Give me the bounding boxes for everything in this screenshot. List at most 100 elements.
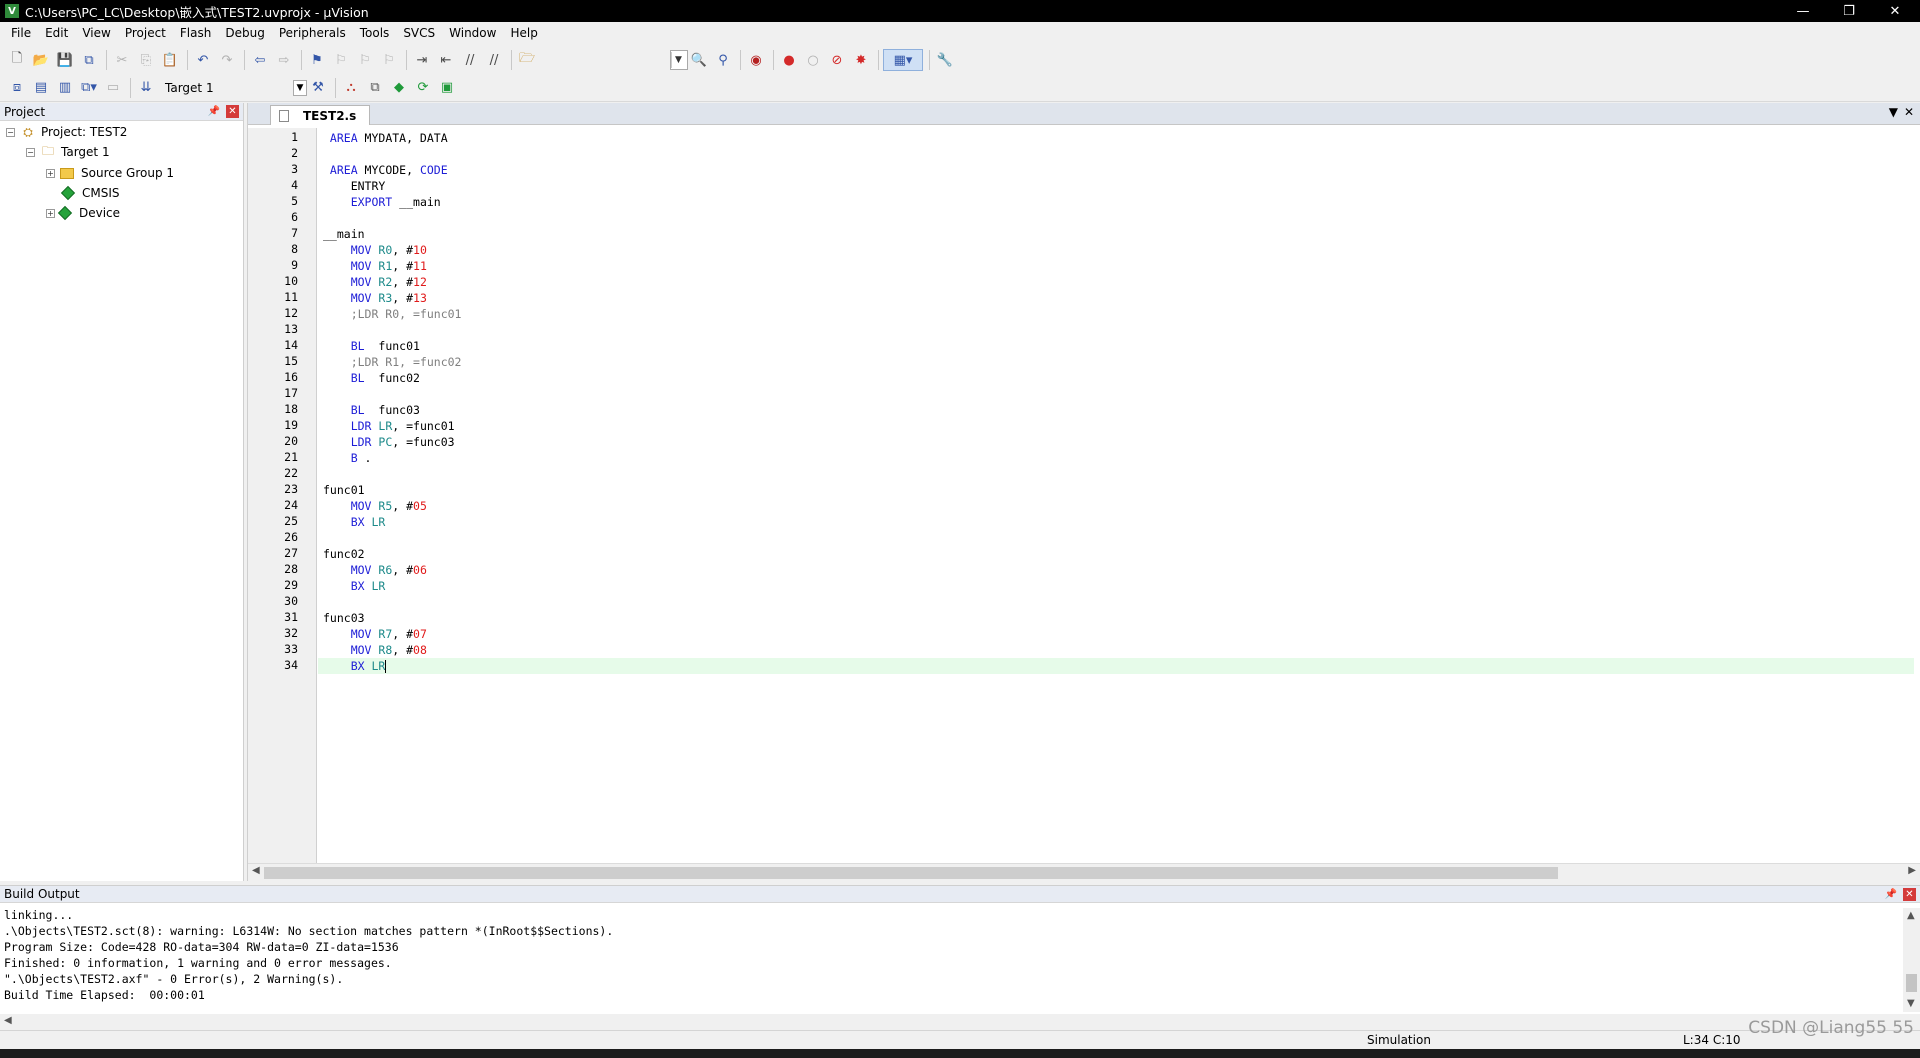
tree-source-group[interactable]: + Source Group 1	[46, 163, 174, 183]
close-icon[interactable]: ✕	[1903, 887, 1916, 901]
scrollbar-thumb[interactable]	[1906, 974, 1917, 992]
code-line[interactable]: BL func01	[323, 338, 420, 354]
target-select[interactable]: Target 1 ▼	[159, 77, 307, 99]
pin-icon[interactable]: 📌	[1885, 889, 1897, 900]
indent-icon[interactable]: ⇥	[411, 49, 433, 71]
select-software-packs-icon[interactable]: ⟳	[412, 77, 434, 99]
find-in-files-icon[interactable]: 🗁	[516, 49, 538, 71]
debug-session-icon[interactable]: ◉	[745, 49, 767, 71]
open-folder-icon[interactable]: 📂	[30, 49, 52, 71]
code-line[interactable]: MOV R8, #08	[323, 642, 427, 658]
build-icon[interactable]: ▤	[30, 77, 52, 99]
navigate-back-icon[interactable]: ⇦	[249, 49, 271, 71]
collapse-icon[interactable]: −	[26, 147, 35, 157]
code-line[interactable]: ;LDR R1, =func02	[323, 354, 462, 370]
scroll-down-icon[interactable]: ▼	[1907, 998, 1915, 1009]
redo-icon[interactable]: ↷	[216, 49, 238, 71]
stop-build-icon[interactable]: ▭	[102, 77, 124, 99]
menu-edit[interactable]: Edit	[38, 22, 75, 44]
translate-icon[interactable]: ⧈	[6, 77, 28, 99]
bookmark-toggle-icon[interactable]: ⚑	[306, 49, 328, 71]
save-icon[interactable]: 💾	[54, 49, 76, 71]
code-line[interactable]: ENTRY	[323, 178, 386, 194]
close-window-button[interactable]: ✕	[1872, 0, 1918, 22]
code-line[interactable]: func01	[323, 482, 365, 498]
close-icon[interactable]: ✕	[226, 105, 239, 118]
code-line[interactable]: func02	[323, 546, 365, 562]
tab-test2-s[interactable]: TEST2.s	[270, 105, 370, 125]
manage-project-items-icon[interactable]: ⛬	[340, 77, 362, 99]
configure-wrench-icon[interactable]: 🔧	[934, 49, 956, 71]
insert-breakpoint-icon[interactable]: ●	[778, 49, 800, 71]
copy-icon[interactable]: ⎘	[135, 49, 157, 71]
tree-cmsis[interactable]: CMSIS	[60, 183, 120, 203]
collapse-icon[interactable]: −	[6, 127, 15, 137]
pin-icon[interactable]: 📌	[208, 106, 220, 117]
code-line[interactable]: BX LR	[323, 658, 387, 674]
disable-breakpoint-icon[interactable]: ○	[802, 49, 824, 71]
target-options-icon[interactable]: ⚒	[307, 77, 329, 99]
code-line[interactable]: MOV R3, #13	[323, 290, 427, 306]
code-line[interactable]: MOV R5, #05	[323, 498, 427, 514]
tab-list-dropdown-icon[interactable]: ▼	[1889, 105, 1898, 119]
menu-flash[interactable]: Flash	[173, 22, 218, 44]
menu-file[interactable]: File	[4, 22, 38, 44]
code-line[interactable]: EXPORT __main	[323, 194, 441, 210]
code-line[interactable]: AREA MYCODE, CODE	[323, 162, 448, 178]
batch-build-icon[interactable]: ⧉▾	[78, 77, 100, 99]
tree-target[interactable]: − 🗀 Target 1	[26, 142, 110, 162]
bookmark-prev-icon[interactable]: ⚐	[330, 49, 352, 71]
code-line[interactable]: LDR LR, =func01	[323, 418, 455, 434]
menu-svcs[interactable]: SVCS	[396, 22, 442, 44]
comment-icon[interactable]: //	[459, 49, 481, 71]
code-line[interactable]: ;LDR R0, =func01	[323, 306, 462, 322]
find-icon[interactable]: 🔍	[688, 49, 710, 71]
navigate-forward-icon[interactable]: ⇨	[273, 49, 295, 71]
code-line[interactable]: MOV R6, #06	[323, 562, 427, 578]
code-line[interactable]: MOV R2, #12	[323, 274, 427, 290]
code-line[interactable]: __main	[323, 226, 365, 242]
code-line[interactable]: LDR PC, =func03	[323, 434, 455, 450]
tree-device[interactable]: + Device	[46, 203, 120, 223]
save-all-icon[interactable]: ⧉	[78, 49, 100, 71]
menu-tools[interactable]: Tools	[353, 22, 397, 44]
find-combo[interactable]: ▼	[670, 50, 688, 70]
build-vertical-scrollbar[interactable]: ▲ ▼	[1903, 908, 1920, 1012]
menu-debug[interactable]: Debug	[218, 22, 271, 44]
unindent-icon[interactable]: ⇤	[435, 49, 457, 71]
code-line[interactable]: MOV R7, #07	[323, 626, 427, 642]
code-line[interactable]: BL func02	[323, 370, 420, 386]
expand-icon[interactable]: +	[46, 208, 55, 218]
tree-project-root[interactable]: − ⛭ Project: TEST2	[6, 122, 127, 142]
kill-all-breakpoints-icon[interactable]: ✸	[850, 49, 872, 71]
scroll-up-icon[interactable]: ▲	[1907, 910, 1915, 921]
bookmark-next-icon[interactable]: ⚐	[354, 49, 376, 71]
build-horizontal-scrollbar[interactable]: ◀	[0, 1014, 1920, 1030]
restore-button[interactable]: ❐	[1826, 0, 1872, 22]
manage-run-time-environment-icon[interactable]: ◆	[388, 77, 410, 99]
new-file-icon[interactable]: 🗋	[6, 49, 28, 71]
menu-peripherals[interactable]: Peripherals	[272, 22, 353, 44]
code-area[interactable]: AREA MYDATA, DATA AREA MYCODE, CODE ENTR…	[318, 128, 1920, 863]
scrollbar-thumb[interactable]	[264, 867, 1558, 879]
code-line[interactable]: MOV R0, #10	[323, 242, 427, 258]
scroll-left-icon[interactable]: ◀	[252, 865, 260, 876]
code-line[interactable]: AREA MYDATA, DATA	[323, 130, 448, 146]
download-load-icon[interactable]: ⇊	[135, 77, 157, 99]
cut-icon[interactable]: ✂	[111, 49, 133, 71]
disable-all-breakpoints-icon[interactable]: ⊘	[826, 49, 848, 71]
close-tab-icon[interactable]: ✕	[1904, 105, 1914, 119]
code-line[interactable]: B .	[323, 450, 372, 466]
code-line[interactable]: func03	[323, 610, 365, 626]
uncomment-icon[interactable]: //	[483, 49, 505, 71]
expand-icon[interactable]: +	[46, 168, 55, 178]
minimize-button[interactable]: —	[1780, 0, 1826, 22]
pack-installer-icon[interactable]: ▣	[436, 77, 458, 99]
scroll-right-icon[interactable]: ▶	[1908, 865, 1916, 876]
code-line[interactable]: BX LR	[323, 578, 386, 594]
scroll-left-icon[interactable]: ◀	[4, 1015, 12, 1026]
undo-icon[interactable]: ↶	[192, 49, 214, 71]
rebuild-icon[interactable]: ▥	[54, 77, 76, 99]
code-line[interactable]: BL func03	[323, 402, 420, 418]
manage-multi-project-icon[interactable]: ⧉	[364, 77, 386, 99]
